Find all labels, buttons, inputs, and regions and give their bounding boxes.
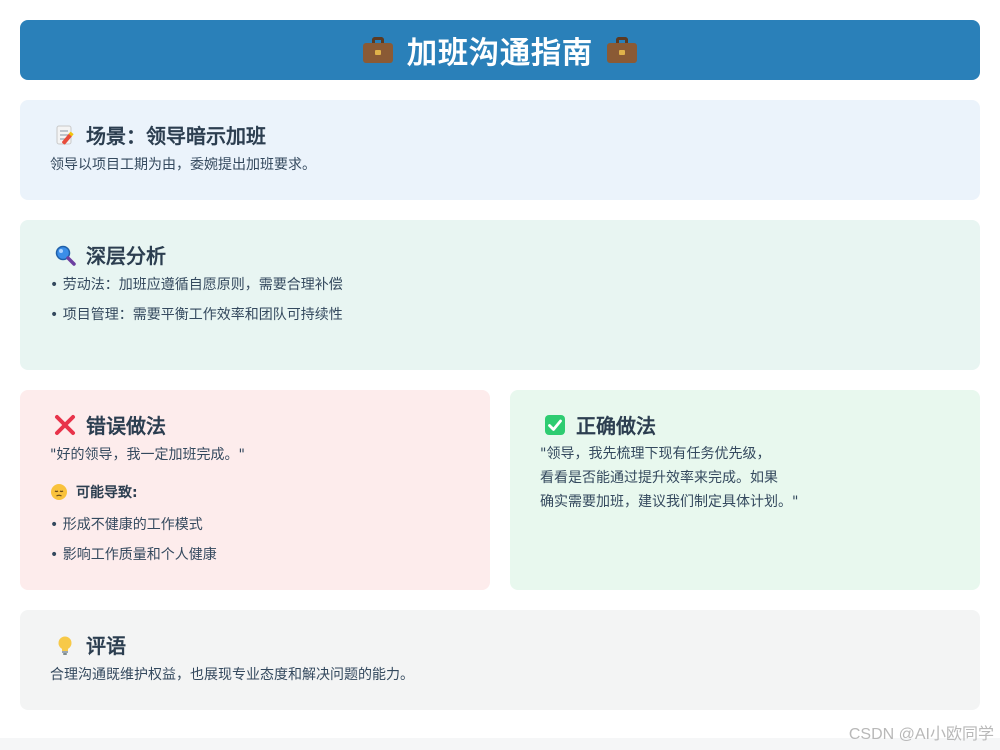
comment-heading: 评语 — [54, 630, 126, 659]
watermark: CSDN @AI小欧同学 — [848, 726, 994, 743]
analysis-bullet: • 劳动法：加班应遵循自愿原则，需要合理补偿 — [50, 277, 343, 293]
header-banner: 加班沟通指南 — [20, 20, 980, 80]
wrong-approach-card: 错误做法 "好的领导，我一定加班完成。" 可能导致: • 形成不健康的工作模式 … — [20, 390, 490, 590]
light-bulb-icon — [54, 634, 76, 656]
right-quote-line: "领导，我先梳理下现有任务优先级， — [540, 446, 771, 462]
wrong-title: 错误做法 — [86, 414, 166, 438]
magnifier-icon — [54, 244, 76, 266]
briefcase-icon — [607, 37, 637, 63]
right-quote-line: 看看是否能通过提升效率来完成。如果 — [540, 470, 778, 486]
comment-card: 评语 合理沟通既维护权益，也展现专业态度和解决问题的能力。 — [20, 610, 980, 710]
briefcase-icon — [363, 37, 393, 63]
right-title: 正确做法 — [576, 414, 656, 438]
scene-heading: 场景：领导暗示加班 — [54, 120, 266, 149]
analysis-title: 深层分析 — [86, 244, 166, 268]
page-title: 加班沟通指南 — [407, 36, 593, 71]
memo-icon — [54, 124, 76, 146]
scene-card: 场景：领导暗示加班 领导以项目工期为由，委婉提出加班要求。 — [20, 100, 980, 200]
wrong-quote: "好的领导，我一定加班完成。" — [50, 447, 245, 463]
check-mark-icon — [544, 414, 566, 436]
right-approach-card: 正确做法 "领导，我先梳理下现有任务优先级， 看看是否能通过提升效率来完成。如果… — [510, 390, 980, 590]
page: 加班沟通指南 场景：领导暗示加班 领导以项目工期为由，委婉提出加班要求。 深层分… — [0, 0, 1000, 750]
right-quote: "领导，我先梳理下现有任务优先级， 看看是否能通过提升效率来完成。如果 确实需要… — [540, 442, 798, 514]
scene-text: 领导以项目工期为由，委婉提出加班要求。 — [50, 157, 316, 173]
cross-mark-icon — [54, 414, 76, 436]
right-heading: 正确做法 — [544, 410, 656, 439]
comment-title: 评语 — [86, 634, 126, 658]
wrong-heading: 错误做法 — [54, 410, 166, 439]
analysis-heading: 深层分析 — [54, 240, 166, 269]
analysis-bullet: • 项目管理：需要平衡工作效率和团队可持续性 — [50, 307, 343, 323]
analysis-card: 深层分析 • 劳动法：加班应遵循自愿原则，需要合理补偿 • 项目管理：需要平衡工… — [20, 220, 980, 370]
consequence-title: 可能导致: — [76, 485, 138, 501]
comment-text: 合理沟通既维护权益，也展现专业态度和解决问题的能力。 — [50, 667, 414, 683]
consequence-heading: 可能导致: — [50, 482, 138, 502]
pensive-face-icon — [50, 483, 68, 501]
right-quote-line: 确实需要加班，建议我们制定具体计划。" — [540, 494, 799, 510]
wrong-bullet: • 影响工作质量和个人健康 — [50, 547, 217, 563]
scene-title: 场景：领导暗示加班 — [86, 124, 266, 148]
wrong-bullet: • 形成不健康的工作模式 — [50, 517, 203, 533]
